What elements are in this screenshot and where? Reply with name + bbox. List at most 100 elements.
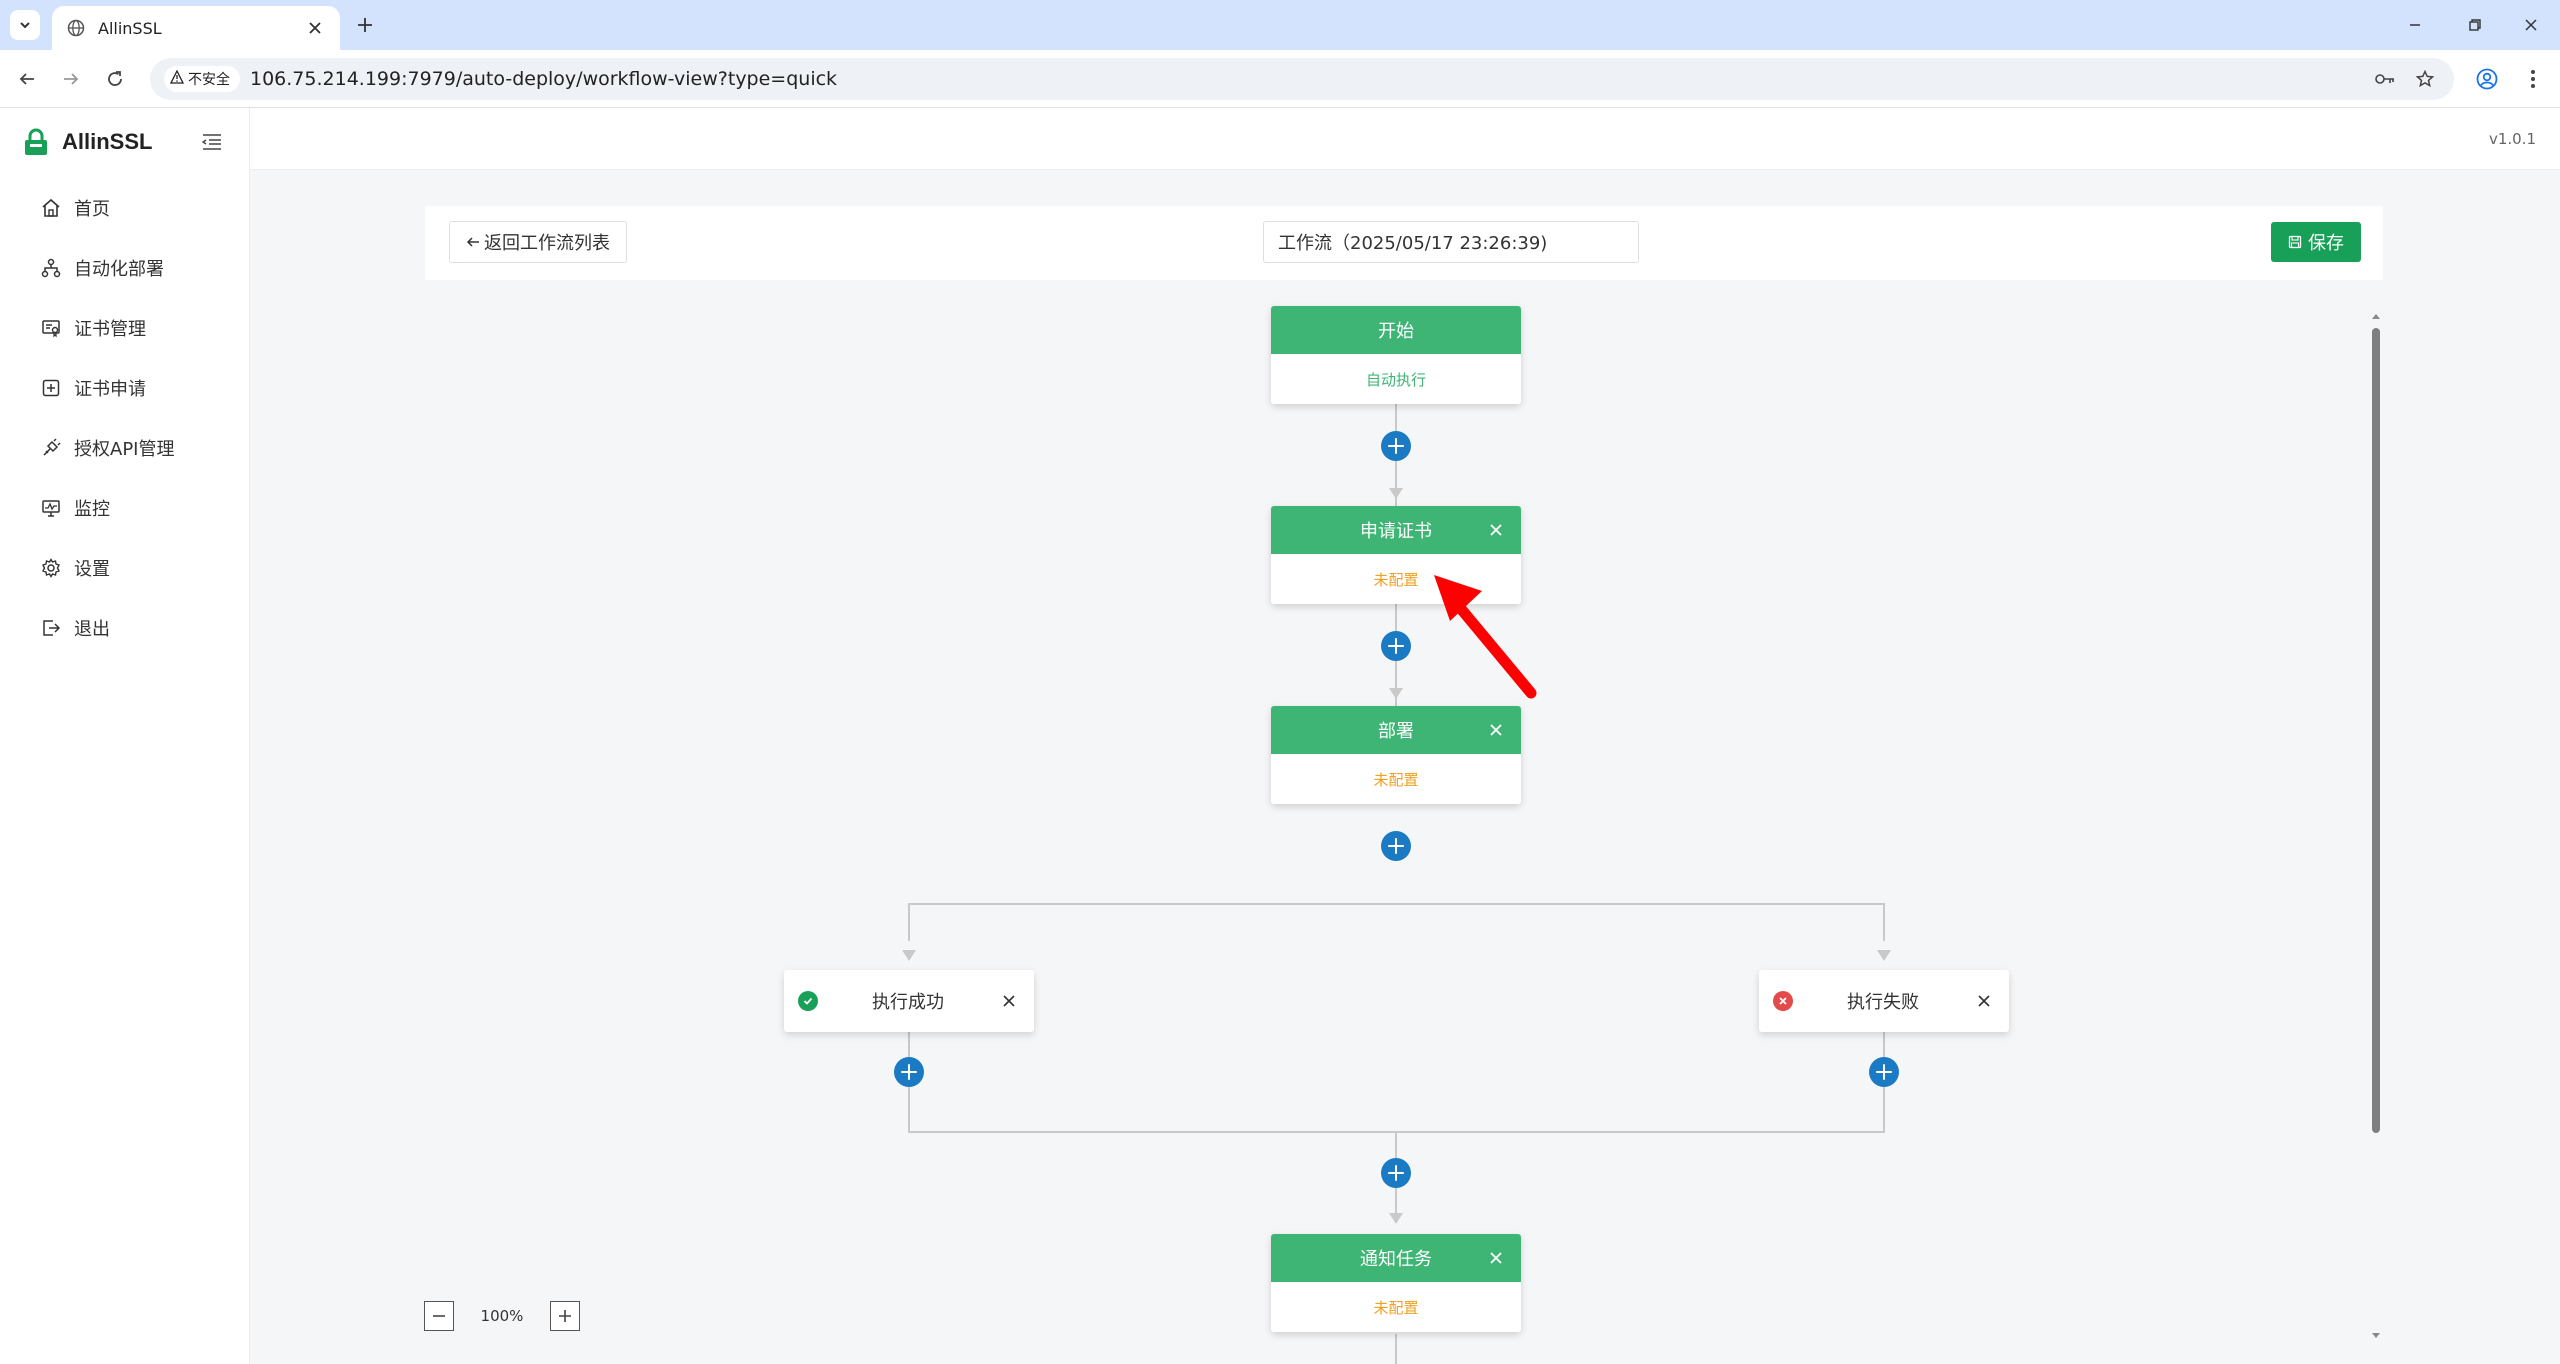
tab-search-button[interactable] bbox=[10, 10, 40, 40]
browser-menu-button[interactable] bbox=[2518, 64, 2548, 94]
collapse-sidebar-button[interactable] bbox=[198, 128, 226, 156]
sidebar-item-label: 首页 bbox=[74, 199, 110, 220]
sidebar-item-label: 证书申请 bbox=[74, 379, 146, 400]
browser-tab[interactable]: AllinSSL bbox=[52, 6, 340, 50]
certificate-icon bbox=[38, 315, 64, 341]
zoom-out-button[interactable] bbox=[424, 1301, 454, 1331]
node-status: 自动执行 bbox=[1365, 370, 1426, 389]
new-tab-button[interactable] bbox=[352, 12, 378, 38]
arrow-right-icon bbox=[64, 73, 79, 85]
node-status: 未配置 bbox=[1373, 1298, 1419, 1317]
add-node-button[interactable] bbox=[894, 1057, 924, 1087]
browser-toolbar: 不安全 106.75.214.199:7979/auto-deploy/work… bbox=[0, 50, 2560, 108]
node-title: 申请证书 bbox=[1360, 521, 1432, 542]
save-button[interactable]: 保存 bbox=[2271, 222, 2361, 262]
minimize-window-button[interactable] bbox=[2402, 12, 2428, 38]
node-header: 开始 bbox=[1271, 306, 1521, 354]
add-node-button[interactable] bbox=[1381, 631, 1411, 661]
url-text[interactable]: 106.75.214.199:7979/auto-deploy/workflow… bbox=[250, 68, 2360, 90]
restore-window-button[interactable] bbox=[2462, 12, 2488, 38]
sidebar-item-api-auth[interactable]: 授权API管理 bbox=[0, 418, 249, 478]
zoom-controls: 100% bbox=[424, 1300, 580, 1332]
address-bar[interactable]: 不安全 106.75.214.199:7979/auto-deploy/work… bbox=[150, 58, 2454, 100]
bookmark-star-icon[interactable] bbox=[2410, 64, 2440, 94]
add-square-icon bbox=[38, 375, 64, 401]
node-title: 开始 bbox=[1378, 321, 1414, 342]
add-node-button[interactable] bbox=[1381, 1158, 1411, 1188]
scroll-up-button[interactable] bbox=[2370, 312, 2382, 322]
workflow-canvas[interactable]: 开始 自动执行 申请证书 未配置 部署 未配置 执行成功 执行失败 通知任务 未… bbox=[425, 280, 2383, 1364]
sidebar-item-label: 设置 bbox=[74, 559, 110, 580]
sidebar-item-home[interactable]: 首页 bbox=[0, 178, 249, 238]
node-title: 部署 bbox=[1378, 721, 1414, 742]
start-node[interactable]: 开始 自动执行 bbox=[1271, 306, 1521, 404]
warning-triangle-icon bbox=[169, 69, 185, 88]
add-node-button[interactable] bbox=[1869, 1057, 1899, 1087]
profile-button[interactable] bbox=[2472, 64, 2502, 94]
tab-title: AllinSSL bbox=[98, 18, 162, 38]
scroll-down-button[interactable] bbox=[2370, 1332, 2382, 1342]
brand[interactable]: AllinSSL bbox=[22, 124, 152, 160]
zoom-in-button[interactable] bbox=[550, 1301, 580, 1331]
deploy-node[interactable]: 部署 未配置 bbox=[1271, 706, 1521, 804]
security-indicator[interactable]: 不安全 bbox=[164, 66, 240, 92]
node-header: 申请证书 bbox=[1271, 506, 1521, 554]
close-icon[interactable] bbox=[998, 990, 1020, 1012]
close-icon[interactable] bbox=[1485, 719, 1507, 741]
connector-arrow bbox=[902, 950, 916, 961]
branch-title: 执行成功 bbox=[872, 992, 944, 1013]
minimize-icon bbox=[2410, 24, 2420, 26]
sidebar-item-certificates[interactable]: 证书管理 bbox=[0, 298, 249, 358]
error-circle-icon bbox=[1773, 991, 1793, 1011]
sidebar-item-auto-deploy[interactable]: 自动化部署 bbox=[0, 238, 249, 298]
close-icon[interactable] bbox=[1973, 990, 1995, 1012]
notify-task-node[interactable]: 通知任务 未配置 bbox=[1271, 1234, 1521, 1332]
check-circle-icon bbox=[798, 991, 818, 1011]
node-title: 通知任务 bbox=[1360, 1249, 1432, 1270]
home-icon bbox=[38, 195, 64, 221]
success-branch-node[interactable]: 执行成功 bbox=[784, 970, 1034, 1032]
scrollbar-thumb[interactable] bbox=[2372, 328, 2380, 1133]
sidebar-item-label: 证书管理 bbox=[74, 319, 146, 340]
chevron-down-icon bbox=[20, 22, 30, 29]
security-label: 不安全 bbox=[188, 72, 230, 88]
restore-icon bbox=[2469, 19, 2481, 31]
forward-nav-button[interactable] bbox=[56, 64, 86, 94]
sidebar: AllinSSL 首页 自动化部署 证书管理 证书申请 授权API管理 监控 设… bbox=[0, 108, 250, 1364]
minus-icon bbox=[433, 1315, 445, 1317]
connector-arrow bbox=[1877, 950, 1891, 961]
profile-avatar-icon bbox=[2476, 68, 2498, 90]
sidebar-item-settings[interactable]: 设置 bbox=[0, 538, 249, 598]
zoom-level: 100% bbox=[480, 1307, 524, 1325]
failure-branch-node[interactable]: 执行失败 bbox=[1759, 970, 2009, 1032]
branch-line bbox=[908, 903, 910, 941]
close-icon[interactable] bbox=[1485, 1247, 1507, 1269]
browser-tab-strip: AllinSSL bbox=[0, 0, 2560, 50]
close-tab-icon[interactable] bbox=[304, 17, 326, 39]
workflow-name-input[interactable] bbox=[1263, 221, 1639, 263]
sidebar-item-cert-apply[interactable]: 证书申请 bbox=[0, 358, 249, 418]
app-header: v1.0.1 bbox=[250, 108, 2560, 170]
connector-arrow bbox=[1389, 488, 1403, 499]
reload-button[interactable] bbox=[100, 64, 130, 94]
gear-icon bbox=[38, 555, 64, 581]
sidebar-menu: 首页 自动化部署 证书管理 证书申请 授权API管理 监控 设置 退出 bbox=[0, 178, 249, 658]
connector-line bbox=[1395, 1334, 1397, 1364]
save-icon bbox=[2288, 235, 2302, 249]
sidebar-item-label: 监控 bbox=[74, 499, 110, 520]
add-node-button[interactable] bbox=[1381, 831, 1411, 861]
add-node-button[interactable] bbox=[1381, 431, 1411, 461]
back-to-workflow-list-button[interactable]: 返回工作流列表 bbox=[449, 221, 627, 263]
close-icon bbox=[2525, 19, 2537, 31]
password-key-icon[interactable] bbox=[2370, 64, 2400, 94]
sidebar-item-label: 退出 bbox=[74, 619, 110, 640]
sidebar-item-logout[interactable]: 退出 bbox=[0, 598, 249, 658]
version-label: v1.0.1 bbox=[2488, 130, 2536, 148]
connector-arrow bbox=[1389, 1213, 1403, 1224]
sidebar-item-monitor[interactable]: 监控 bbox=[0, 478, 249, 538]
node-header: 部署 bbox=[1271, 706, 1521, 754]
back-nav-button[interactable] bbox=[12, 64, 42, 94]
close-window-button[interactable] bbox=[2518, 12, 2544, 38]
branch-line bbox=[908, 903, 1885, 905]
close-icon[interactable] bbox=[1485, 519, 1507, 541]
